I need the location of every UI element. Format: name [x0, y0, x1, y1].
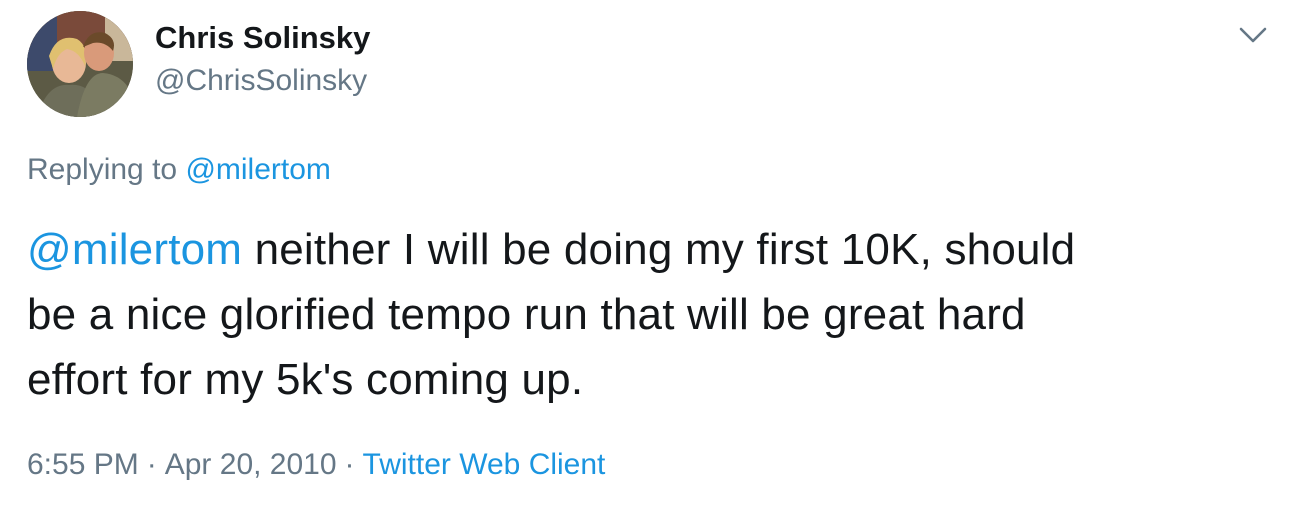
profile-photo-icon: [27, 11, 133, 117]
author-avatar[interactable]: [27, 11, 133, 117]
tweet-date[interactable]: Apr 20, 2010: [165, 448, 337, 481]
tweet-text-line-1: @milertom neither I will be doing my fir…: [27, 217, 1257, 282]
tweet-card: Chris Solinsky @ChrisSolinsky Replying t…: [0, 0, 1289, 509]
tweet-text-line-3: effort for my 5k's coming up.: [27, 355, 584, 404]
meta-separator: ·: [344, 448, 355, 481]
tweet-meta: 6:55 PM · Apr 20, 2010 · Twitter Web Client: [27, 446, 605, 484]
tweet-text: @milertom neither I will be doing my fir…: [27, 217, 1257, 412]
tweet-source-link[interactable]: Twitter Web Client: [363, 448, 606, 481]
body-mention-link[interactable]: @milertom: [27, 225, 242, 274]
chevron-down-icon[interactable]: [1236, 22, 1270, 48]
tweet-text-line-2: be a nice glorified tempo run that will …: [27, 290, 1026, 339]
author-handle[interactable]: @ChrisSolinsky: [155, 62, 367, 100]
author-display-name[interactable]: Chris Solinsky: [155, 19, 370, 57]
tweet-time[interactable]: 6:55 PM: [27, 448, 139, 481]
replying-to-label: Replying to: [27, 153, 178, 186]
meta-separator: ·: [146, 448, 157, 481]
reply-mention-link[interactable]: @milertom: [185, 153, 330, 186]
tweet-text-line-1-rest: neither I will be doing my first 10K, sh…: [242, 225, 1076, 274]
replying-to: Replying to @milertom: [27, 151, 331, 189]
